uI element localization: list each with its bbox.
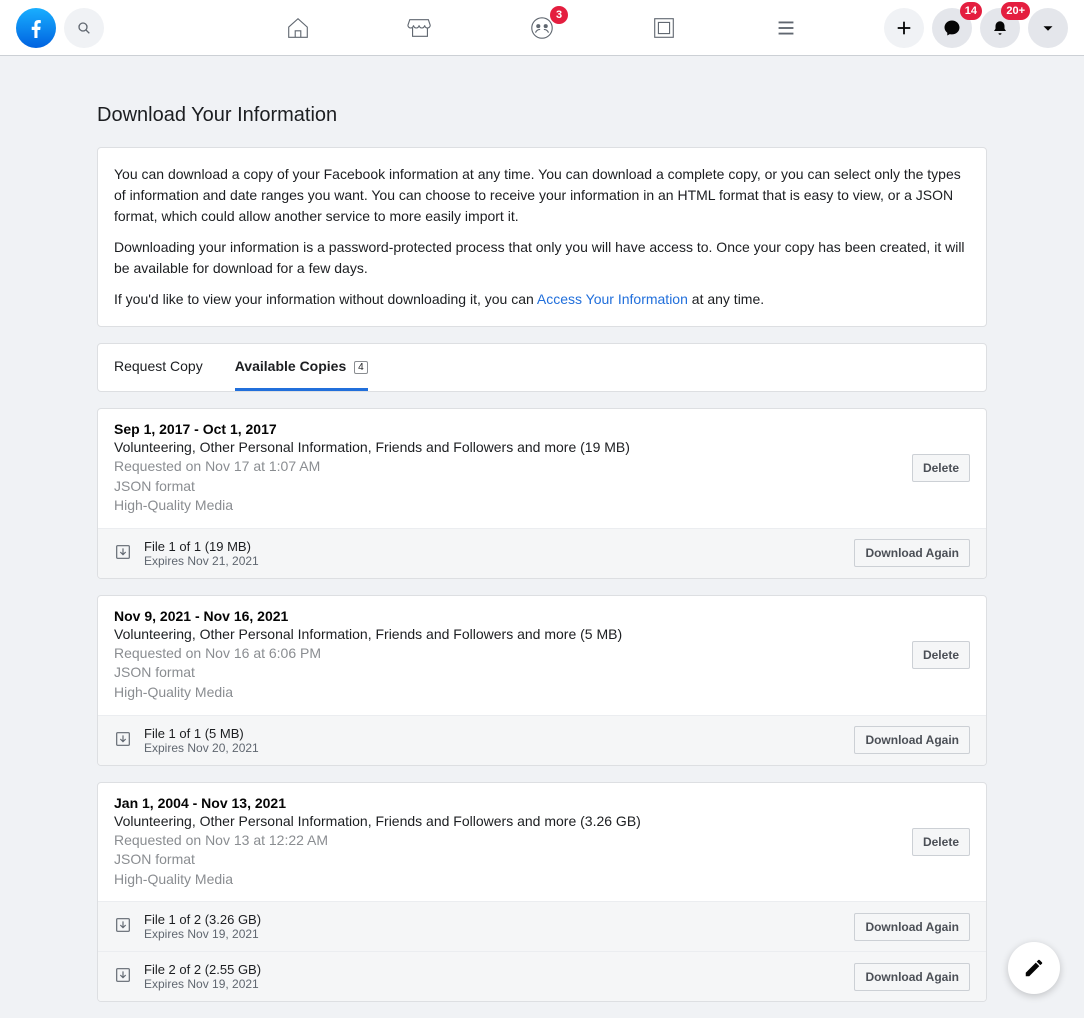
file-row: File 1 of 1 (5 MB) Expires Nov 20, 2021 … xyxy=(98,715,986,765)
header-bar: 3 14 20+ xyxy=(0,0,1084,56)
groups-badge: 3 xyxy=(550,6,568,24)
copy-header: Nov 9, 2021 - Nov 16, 2021 Volunteering,… xyxy=(98,596,986,715)
copy-card: Jan 1, 2004 - Nov 13, 2021 Volunteering,… xyxy=(97,782,987,1003)
nav-watch[interactable] xyxy=(648,12,680,44)
copy-requested: Requested on Nov 16 at 6:06 PM xyxy=(114,644,912,664)
copy-quality: High-Quality Media xyxy=(114,496,912,516)
download-file-icon xyxy=(114,730,132,751)
file-text: File 1 of 2 (3.26 GB) Expires Nov 19, 20… xyxy=(144,912,854,941)
messenger-icon xyxy=(943,19,961,37)
copy-quality: High-Quality Media xyxy=(114,870,912,890)
nav-groups[interactable]: 3 xyxy=(526,12,558,44)
copy-quality: High-Quality Media xyxy=(114,683,912,703)
download-again-button[interactable]: Download Again xyxy=(854,539,970,567)
header-nav: 3 xyxy=(282,12,802,44)
file-expires: Expires Nov 19, 2021 xyxy=(144,977,854,991)
info-box: You can download a copy of your Facebook… xyxy=(97,147,987,327)
download-again-button[interactable]: Download Again xyxy=(854,726,970,754)
edit-icon xyxy=(1023,957,1045,979)
delete-button[interactable]: Delete xyxy=(912,828,970,856)
file-row: File 1 of 2 (3.26 GB) Expires Nov 19, 20… xyxy=(98,901,986,951)
copy-card: Nov 9, 2021 - Nov 16, 2021 Volunteering,… xyxy=(97,595,987,766)
page-title: Download Your Information xyxy=(97,104,987,127)
copy-header-text: Sep 1, 2017 - Oct 1, 2017 Volunteering, … xyxy=(114,421,912,516)
access-info-link[interactable]: Access Your Information xyxy=(537,291,688,307)
copy-format: JSON format xyxy=(114,663,912,683)
copy-header: Sep 1, 2017 - Oct 1, 2017 Volunteering, … xyxy=(98,409,986,528)
file-title: File 1 of 2 (3.26 GB) xyxy=(144,912,854,927)
delete-button[interactable]: Delete xyxy=(912,454,970,482)
header-left xyxy=(16,8,104,48)
file-text: File 1 of 1 (5 MB) Expires Nov 20, 2021 xyxy=(144,726,854,755)
tab-request-copy[interactable]: Request Copy xyxy=(114,344,203,391)
create-button[interactable] xyxy=(884,8,924,48)
delete-button[interactable]: Delete xyxy=(912,641,970,669)
file-title: File 1 of 1 (19 MB) xyxy=(144,539,854,554)
bell-icon xyxy=(991,19,1009,37)
messenger-button[interactable]: 14 xyxy=(932,8,972,48)
watch-icon xyxy=(651,15,677,41)
search-icon xyxy=(76,20,92,36)
copy-date-range: Sep 1, 2017 - Oct 1, 2017 xyxy=(114,421,912,437)
info-paragraph-3: If you'd like to view your information w… xyxy=(114,289,970,310)
download-file-icon xyxy=(114,966,132,987)
copy-description: Volunteering, Other Personal Information… xyxy=(114,439,912,455)
copy-format: JSON format xyxy=(114,850,912,870)
copy-requested: Requested on Nov 17 at 1:07 AM xyxy=(114,457,912,477)
copy-date-range: Jan 1, 2004 - Nov 13, 2021 xyxy=(114,795,912,811)
file-title: File 2 of 2 (2.55 GB) xyxy=(144,962,854,977)
file-expires: Expires Nov 20, 2021 xyxy=(144,741,854,755)
available-count: 4 xyxy=(354,361,368,374)
nav-menu[interactable] xyxy=(770,12,802,44)
menu-icon xyxy=(773,15,799,41)
header-right: 14 20+ xyxy=(884,8,1068,48)
search-button[interactable] xyxy=(64,8,104,48)
copy-header: Jan 1, 2004 - Nov 13, 2021 Volunteering,… xyxy=(98,783,986,902)
copy-card: Sep 1, 2017 - Oct 1, 2017 Volunteering, … xyxy=(97,408,987,579)
file-row: File 2 of 2 (2.55 GB) Expires Nov 19, 20… xyxy=(98,951,986,1001)
compose-fab[interactable] xyxy=(1008,942,1060,994)
info-paragraph-1: You can download a copy of your Facebook… xyxy=(114,164,970,227)
chevron-down-icon xyxy=(1039,19,1057,37)
tab-available-label: Available Copies xyxy=(235,358,347,374)
copies-list: Sep 1, 2017 - Oct 1, 2017 Volunteering, … xyxy=(97,408,987,1002)
copy-requested: Requested on Nov 13 at 12:22 AM xyxy=(114,831,912,851)
nav-marketplace[interactable] xyxy=(404,12,436,44)
file-title: File 1 of 1 (5 MB) xyxy=(144,726,854,741)
copy-description: Volunteering, Other Personal Information… xyxy=(114,813,912,829)
info-p3-pre: If you'd like to view your information w… xyxy=(114,291,537,307)
file-expires: Expires Nov 21, 2021 xyxy=(144,554,854,568)
plus-icon xyxy=(895,19,913,37)
store-icon xyxy=(407,15,433,41)
tabs: Request Copy Available Copies 4 xyxy=(97,343,987,392)
tab-available-copies[interactable]: Available Copies 4 xyxy=(235,344,368,391)
copy-description: Volunteering, Other Personal Information… xyxy=(114,626,912,642)
account-dropdown[interactable] xyxy=(1028,8,1068,48)
home-icon xyxy=(285,15,311,41)
download-file-icon xyxy=(114,543,132,564)
messenger-badge: 14 xyxy=(960,2,982,20)
notifications-button[interactable]: 20+ xyxy=(980,8,1020,48)
copy-format: JSON format xyxy=(114,477,912,497)
copy-header-text: Nov 9, 2021 - Nov 16, 2021 Volunteering,… xyxy=(114,608,912,703)
file-row: File 1 of 1 (19 MB) Expires Nov 21, 2021… xyxy=(98,528,986,578)
download-again-button[interactable]: Download Again xyxy=(854,913,970,941)
info-paragraph-2: Downloading your information is a passwo… xyxy=(114,237,970,279)
nav-home[interactable] xyxy=(282,12,314,44)
main-scroll[interactable]: Download Your Information You can downlo… xyxy=(0,56,1084,1018)
facebook-logo[interactable] xyxy=(16,8,56,48)
file-expires: Expires Nov 19, 2021 xyxy=(144,927,854,941)
copy-date-range: Nov 9, 2021 - Nov 16, 2021 xyxy=(114,608,912,624)
info-p3-post: at any time. xyxy=(688,291,764,307)
file-text: File 2 of 2 (2.55 GB) Expires Nov 19, 20… xyxy=(144,962,854,991)
download-file-icon xyxy=(114,916,132,937)
download-again-button[interactable]: Download Again xyxy=(854,963,970,991)
copy-header-text: Jan 1, 2004 - Nov 13, 2021 Volunteering,… xyxy=(114,795,912,890)
notifications-badge: 20+ xyxy=(1001,2,1030,20)
facebook-f-icon xyxy=(24,16,48,40)
file-text: File 1 of 1 (19 MB) Expires Nov 21, 2021 xyxy=(144,539,854,568)
content: Download Your Information You can downlo… xyxy=(97,56,987,1002)
